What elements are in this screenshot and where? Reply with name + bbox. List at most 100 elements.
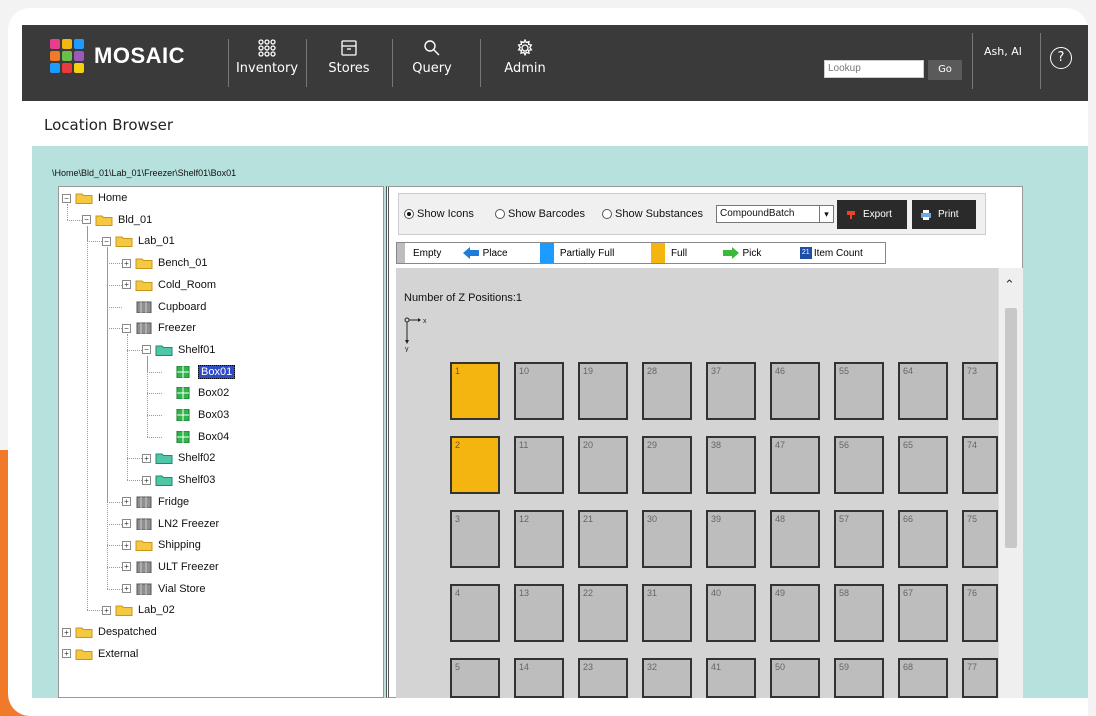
box-position-cell[interactable]: 23 xyxy=(578,658,628,698)
tree-item[interactable]: Cupboard xyxy=(122,299,206,315)
box-position-cell[interactable]: 75 xyxy=(962,510,998,568)
tree-item[interactable]: − Shelf01 xyxy=(142,342,215,358)
box-position-cell[interactable]: 73 xyxy=(962,362,998,420)
nav-inventory-button[interactable]: Inventory xyxy=(230,39,304,91)
tree-item[interactable]: + Shipping xyxy=(122,537,201,553)
collapse-icon[interactable]: − xyxy=(82,215,91,225)
expand-icon[interactable]: + xyxy=(122,280,131,290)
box-position-cell[interactable]: 55 xyxy=(834,362,884,420)
expand-icon[interactable]: + xyxy=(142,453,151,463)
tree-item[interactable]: + Fridge xyxy=(122,494,189,510)
tree-item[interactable]: + Bench_01 xyxy=(122,255,208,271)
box-position-cell[interactable]: 59 xyxy=(834,658,884,698)
box-position-cell[interactable]: 31 xyxy=(642,584,692,642)
expand-icon[interactable]: + xyxy=(122,258,131,268)
box-position-cell[interactable]: 19 xyxy=(578,362,628,420)
go-button[interactable]: Go xyxy=(928,60,962,80)
box-position-cell[interactable]: 49 xyxy=(770,584,820,642)
box-position-cell[interactable]: 41 xyxy=(706,658,756,698)
box-position-cell[interactable]: 29 xyxy=(642,436,692,494)
show-barcodes-radio[interactable]: Show Barcodes xyxy=(495,208,585,220)
box-position-cell[interactable]: 21 xyxy=(578,510,628,568)
collapse-icon[interactable]: − xyxy=(122,323,131,333)
chevron-up-icon[interactable]: ⌃ xyxy=(1004,278,1015,293)
collapse-icon[interactable]: − xyxy=(62,193,71,203)
box-position-cell[interactable]: 28 xyxy=(642,362,692,420)
show-icons-radio[interactable]: Show Icons xyxy=(404,208,474,220)
box-position-cell[interactable]: 22 xyxy=(578,584,628,642)
tree-item[interactable]: Box02 xyxy=(162,385,229,401)
tree-item[interactable]: + Despatched xyxy=(62,624,157,640)
tree-item[interactable]: + LN2 Freezer xyxy=(122,516,219,532)
expand-icon[interactable]: + xyxy=(122,584,131,594)
box-position-cell[interactable]: 77 xyxy=(962,658,998,698)
tree-item[interactable]: + Shelf03 xyxy=(142,472,215,488)
box-position-cell[interactable]: 50 xyxy=(770,658,820,698)
tree-item[interactable]: Box01 xyxy=(162,364,236,380)
collapse-icon[interactable]: − xyxy=(142,345,151,355)
box-position-cell[interactable]: 11 xyxy=(514,436,564,494)
box-position-cell[interactable]: 76 xyxy=(962,584,998,642)
collapse-icon[interactable]: − xyxy=(102,236,111,246)
tree-item[interactable]: − Freezer xyxy=(122,320,196,336)
box-position-cell[interactable]: 3 xyxy=(450,510,500,568)
box-position-cell[interactable]: 13 xyxy=(514,584,564,642)
box-position-cell[interactable]: 65 xyxy=(898,436,948,494)
tree-item[interactable]: + ULT Freezer xyxy=(122,559,219,575)
expand-icon[interactable]: + xyxy=(102,605,111,615)
mosaic-logo[interactable]: MOSAIC xyxy=(50,39,185,73)
nav-admin-button[interactable]: Admin xyxy=(490,39,560,91)
box-position-cell[interactable]: 4 xyxy=(450,584,500,642)
box-position-cell[interactable]: 12 xyxy=(514,510,564,568)
export-button[interactable]: Export xyxy=(837,200,907,229)
box-position-cell[interactable]: 56 xyxy=(834,436,884,494)
box-position-cell[interactable]: 66 xyxy=(898,510,948,568)
expand-icon[interactable]: + xyxy=(122,562,131,572)
box-position-cell[interactable]: 1 xyxy=(450,362,500,420)
box-position-cell[interactable]: 74 xyxy=(962,436,998,494)
box-position-cell[interactable]: 20 xyxy=(578,436,628,494)
expand-icon[interactable]: + xyxy=(122,497,131,507)
box-position-cell[interactable]: 68 xyxy=(898,658,948,698)
tree-item[interactable]: Box03 xyxy=(162,407,229,423)
box-position-cell[interactable]: 10 xyxy=(514,362,564,420)
box-position-cell[interactable]: 40 xyxy=(706,584,756,642)
box-position-cell[interactable]: 67 xyxy=(898,584,948,642)
user-name[interactable]: Ash, Al xyxy=(984,45,1022,58)
tree-item[interactable]: − Bld_01 xyxy=(82,212,152,228)
box-position-cell[interactable]: 38 xyxy=(706,436,756,494)
tree-item[interactable]: + Cold_Room xyxy=(122,277,216,293)
box-position-cell[interactable]: 46 xyxy=(770,362,820,420)
box-position-cell[interactable]: 14 xyxy=(514,658,564,698)
box-position-cell[interactable]: 64 xyxy=(898,362,948,420)
box-position-cell[interactable]: 58 xyxy=(834,584,884,642)
nav-query-button[interactable]: Query xyxy=(398,39,466,91)
grid-scrollbar[interactable]: ⌃ xyxy=(998,268,1023,698)
box-position-cell[interactable]: 2 xyxy=(450,436,500,494)
box-position-cell[interactable]: 30 xyxy=(642,510,692,568)
box-position-cell[interactable]: 5 xyxy=(450,658,500,698)
show-substances-radio[interactable]: Show Substances xyxy=(602,208,703,220)
lookup-input[interactable]: Lookup xyxy=(824,60,924,78)
tree-item[interactable]: + Lab_02 xyxy=(102,602,175,618)
box-position-cell[interactable]: 57 xyxy=(834,510,884,568)
tree-item[interactable]: + External xyxy=(62,646,138,662)
expand-icon[interactable]: + xyxy=(122,540,131,550)
tree-item[interactable]: + Shelf02 xyxy=(142,450,215,466)
scrollbar-thumb[interactable] xyxy=(1005,308,1017,548)
expand-icon[interactable]: + xyxy=(62,649,71,659)
tree-item[interactable]: − Lab_01 xyxy=(102,233,175,249)
tree-item[interactable]: + Vial Store xyxy=(122,581,206,597)
print-button[interactable]: Print xyxy=(912,200,976,229)
tree-item[interactable]: − Home xyxy=(62,190,127,206)
box-position-cell[interactable]: 32 xyxy=(642,658,692,698)
tree-item[interactable]: Box04 xyxy=(162,429,229,445)
box-position-cell[interactable]: 47 xyxy=(770,436,820,494)
box-position-cell[interactable]: 37 xyxy=(706,362,756,420)
nav-stores-button[interactable]: Stores xyxy=(316,39,382,91)
expand-icon[interactable]: + xyxy=(142,475,151,485)
help-icon[interactable]: ? xyxy=(1050,47,1072,69)
substance-type-select[interactable]: CompoundBatch ▾ xyxy=(716,205,834,223)
box-position-cell[interactable]: 48 xyxy=(770,510,820,568)
expand-icon[interactable]: + xyxy=(122,519,131,528)
